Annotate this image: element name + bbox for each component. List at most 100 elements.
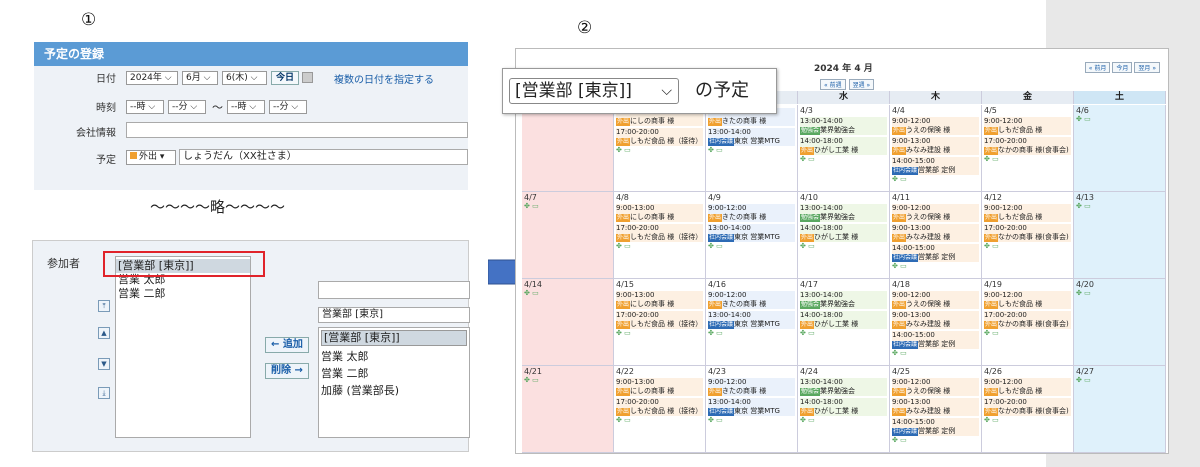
calendar-cell[interactable]: 4/16 9:00-12:00 外出きたの商事 様 13:00-14:00 社内会議東京… — [706, 279, 798, 366]
calendar-cell[interactable]: 4/5 9:00-12:00 外出しもだ食品 様 17:00-20:00 外出なかの商事… — [982, 105, 1074, 192]
calendar-cell[interactable]: ✤ ▭ — [522, 105, 614, 192]
add-event-icon[interactable]: ✤ ▭ — [524, 202, 611, 211]
add-event-icon[interactable]: ✤ ▭ — [1076, 202, 1163, 211]
list-item[interactable]: [営業部 [東京]] — [321, 330, 467, 346]
calendar-event[interactable]: 13:00-14:00 社内会議東京 営業MTG — [708, 311, 795, 329]
move-up-icon[interactable]: ▲ — [98, 327, 110, 339]
add-event-icon[interactable]: ✤ ▭ — [1076, 289, 1163, 298]
add-event-icon[interactable]: ✤ ▭ — [800, 242, 887, 251]
calendar-event[interactable]: 13:00-14:00 勉強会業界勉強会 — [800, 204, 887, 222]
plan-type-select[interactable]: 外出 ▾ — [126, 150, 176, 165]
calendar-cell[interactable]: 4/6 ✤ ▭ — [1074, 105, 1166, 192]
calendar-cell[interactable]: 4/10 13:00-14:00 勉強会業界勉強会 14:00-18:00 外出ひがし工… — [798, 192, 890, 279]
calendar-event[interactable]: 17:00-20:00 外出しもだ食品 様（接待） — [616, 128, 703, 146]
add-event-icon[interactable]: ✤ ▭ — [892, 262, 979, 271]
add-event-icon[interactable]: ✤ ▭ — [616, 146, 703, 155]
calendar-cell[interactable]: 4/21 ✤ ▭ — [522, 366, 614, 453]
calendar-event[interactable]: 13:00-14:00 勉強会業界勉強会 — [800, 378, 887, 396]
list-item[interactable]: 営業 二郎 — [116, 287, 250, 301]
calendar-event[interactable]: 9:00-12:00 外出きたの商事 様 — [708, 204, 795, 222]
calendar-event[interactable]: 17:00-20:00 外出なかの商事 様(食事会) — [984, 398, 1071, 416]
remove-button[interactable]: 削除 → — [265, 363, 309, 379]
calendar-event[interactable]: 9:00-13:00 外出みなみ建設 様 — [892, 311, 979, 329]
list-item[interactable]: 営業 二郎 — [319, 365, 469, 382]
add-button[interactable]: ← 追加 — [265, 337, 309, 353]
calendar-event[interactable]: 9:00-12:00 外出うえの保険 様 — [892, 291, 979, 309]
add-event-icon[interactable]: ✤ ▭ — [1076, 115, 1163, 124]
calendar-event[interactable]: 17:00-20:00 外出なかの商事 様(食事会) — [984, 224, 1071, 242]
add-event-icon[interactable]: ✤ ▭ — [1076, 376, 1163, 385]
calendar-event[interactable]: 9:00-12:00 外出きたの商事 様 — [708, 378, 795, 396]
prev-week-button[interactable]: « 前週 — [820, 79, 846, 90]
add-event-icon[interactable]: ✤ ▭ — [616, 329, 703, 338]
calendar-event[interactable]: 17:00-20:00 外出しもだ食品 様（接待） — [616, 224, 703, 242]
next-week-button[interactable]: 翌週 » — [848, 79, 875, 90]
add-event-icon[interactable]: ✤ ▭ — [708, 416, 795, 425]
group-select[interactable]: 営業部 [東京] — [318, 307, 470, 323]
add-event-icon[interactable]: ✤ ▭ — [984, 155, 1071, 164]
add-event-icon[interactable]: ✤ ▭ — [800, 329, 887, 338]
add-event-icon[interactable]: ✤ ▭ — [984, 416, 1071, 425]
calendar-event[interactable]: 17:00-20:00 外出しもだ食品 様（接待） — [616, 398, 703, 416]
add-event-icon[interactable]: ✤ ▭ — [800, 416, 887, 425]
calendar-cell[interactable]: 4/26 9:00-12:00 外出しもだ食品 様 17:00-20:00 外出なかの商… — [982, 366, 1074, 453]
list-item[interactable]: 営業 太郎 — [319, 348, 469, 365]
calendar-cell[interactable]: 4/19 9:00-12:00 外出しもだ食品 様 17:00-20:00 外出なかの商… — [982, 279, 1074, 366]
calendar-event[interactable]: 17:00-20:00 外出なかの商事 様(食事会) — [984, 311, 1071, 329]
add-event-icon[interactable]: ✤ ▭ — [892, 175, 979, 184]
calendar-event[interactable]: 9:00-12:00 外出しもだ食品 様 — [984, 117, 1071, 135]
calendar-event[interactable]: 9:00-12:00 外出しもだ食品 様 — [984, 378, 1071, 396]
calendar-event[interactable]: 9:00-13:00 外出にしの商事 様 — [616, 291, 703, 309]
day-select[interactable]: 6(木) ⌵ — [222, 71, 267, 85]
calendar-cell[interactable]: 4/8 9:00-13:00 外出にしの商事 様 17:00-20:00 外出しもだ食品… — [614, 192, 706, 279]
move-bottom-icon[interactable]: ⤓ — [98, 387, 110, 399]
calendar-cell[interactable]: 4/23 9:00-12:00 外出きたの商事 様 13:00-14:00 社内会議東京… — [706, 366, 798, 453]
start-min-select[interactable]: --分 ⌵ — [168, 100, 206, 114]
calendar-event[interactable]: 13:00-14:00 勉強会業界勉強会 — [800, 117, 887, 135]
next-month-button[interactable]: 翌月 » — [1134, 62, 1160, 73]
start-hour-select[interactable]: --時 ⌵ — [126, 100, 164, 114]
year-select[interactable]: 2024年 ⌵ — [126, 71, 178, 85]
participant-list[interactable]: [営業部 [東京]] 営業 太郎 営業 二郎 — [115, 256, 251, 438]
calendar-event[interactable]: 9:00-13:00 外出にしの商事 様 — [616, 204, 703, 222]
move-top-icon[interactable]: ⤒ — [98, 300, 110, 312]
calendar-cell[interactable]: 4/24 13:00-14:00 勉強会業界勉強会 14:00-18:00 外出ひがし工… — [798, 366, 890, 453]
calendar-event[interactable]: 13:00-14:00 社内会議東京 営業MTG — [708, 398, 795, 416]
add-event-icon[interactable]: ✤ ▭ — [984, 242, 1071, 251]
end-hour-select[interactable]: --時 ⌵ — [227, 100, 265, 114]
calendar-cell[interactable]: 4/22 9:00-13:00 外出にしの商事 様 17:00-20:00 外出しもだ食… — [614, 366, 706, 453]
company-field[interactable] — [126, 122, 468, 138]
calendar-event[interactable]: 9:00-12:00 外出うえの保険 様 — [892, 378, 979, 396]
group-dropdown[interactable]: [営業部 [東京]] ⌵ — [509, 78, 679, 104]
calendar-event[interactable]: 9:00-12:00 外出しもだ食品 様 — [984, 291, 1071, 309]
add-event-icon[interactable]: ✤ ▭ — [524, 289, 611, 298]
move-down-icon[interactable]: ▼ — [98, 358, 110, 370]
add-event-icon[interactable]: ✤ ▭ — [984, 329, 1071, 338]
calendar-event[interactable]: 9:00-12:00 外出うえの保険 様 — [892, 117, 979, 135]
today-button[interactable]: 今日 — [271, 71, 300, 85]
calendar-event[interactable]: 9:00-12:00 外出うえの保険 様 — [892, 204, 979, 222]
add-event-icon[interactable]: ✤ ▭ — [708, 329, 795, 338]
calendar-event[interactable]: 17:00-20:00 外出なかの商事 様(食事会) — [984, 137, 1071, 155]
calendar-event[interactable]: 9:00-13:00 外出にしの商事 様 — [616, 378, 703, 396]
calendar-event[interactable]: 13:00-14:00 社内会議東京 営業MTG — [708, 128, 795, 146]
calendar-event[interactable]: 14:00-18:00 外出ひがし工業 様 — [800, 398, 887, 416]
calendar-cell[interactable]: 4/11 9:00-12:00 外出うえの保険 様 9:00-13:00 外出みなみ建設… — [890, 192, 982, 279]
add-event-icon[interactable]: ✤ ▭ — [616, 242, 703, 251]
candidate-list[interactable]: [営業部 [東京]] 営業 太郎 営業 二郎 加藤 (営業部長) — [318, 327, 470, 438]
calendar-event[interactable]: 14:00-18:00 外出ひがし工業 様 — [800, 137, 887, 155]
calendar-event[interactable]: 14:00-15:00 社内会議営業部 定例 — [892, 331, 979, 349]
calendar-event[interactable]: 14:00-18:00 外出ひがし工業 様 — [800, 311, 887, 329]
add-event-icon[interactable]: ✤ ▭ — [800, 155, 887, 164]
calendar-cell[interactable]: 9:00-12:00外出きたの商事 様13:00-14:00社内会議東京 営業M… — [706, 105, 798, 192]
plan-title-field[interactable]: しょうだん（XX社さま） — [179, 149, 468, 165]
calendar-cell[interactable]: 4/25 9:00-12:00 外出うえの保険 様 9:00-13:00 外出みなみ建設… — [890, 366, 982, 453]
search-input[interactable] — [318, 281, 470, 299]
calendar-cell[interactable]: 4/15 9:00-13:00 外出にしの商事 様 17:00-20:00 外出しもだ食… — [614, 279, 706, 366]
add-event-icon[interactable]: ✤ ▭ — [524, 376, 611, 385]
calendar-event[interactable]: 13:00-14:00 社内会議東京 営業MTG — [708, 224, 795, 242]
calendar-event[interactable]: 13:00-14:00 勉強会業界勉強会 — [800, 291, 887, 309]
calendar-event[interactable]: 14:00-15:00 社内会議営業部 定例 — [892, 418, 979, 436]
calendar-event[interactable]: 9:00-12:00 外出しもだ食品 様 — [984, 204, 1071, 222]
calendar-event[interactable]: 9:00-13:00 外出みなみ建設 様 — [892, 224, 979, 242]
